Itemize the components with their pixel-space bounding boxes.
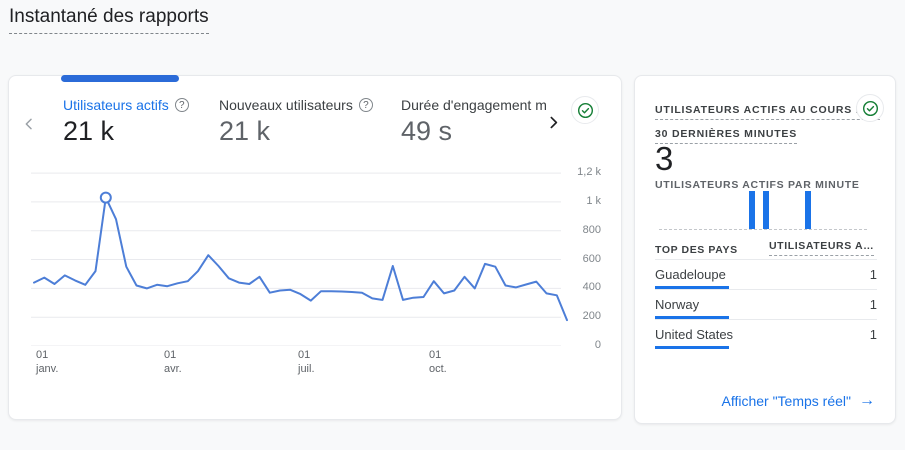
y-tick-label: 0: [595, 339, 601, 351]
y-tick-label: 1,2 k: [577, 166, 601, 178]
minute-bar: [763, 191, 769, 229]
realtime-heading: UTILISATEURS ACTIFS AU COURS DES 30 DERN…: [655, 100, 845, 148]
active-users-per-minute-chart: [659, 190, 867, 230]
y-axis-labels: 02004006008001 k1,2 k: [563, 164, 601, 346]
view-realtime-link-label: Afficher "Temps réel": [721, 393, 851, 409]
trend-line-chart: [31, 164, 571, 346]
minute-bar: [805, 191, 811, 229]
data-quality-check-icon[interactable]: [856, 94, 884, 122]
tab-engagement-time[interactable]: Durée d'engagement m 49 s: [401, 97, 547, 147]
country-users-value: 1: [870, 297, 877, 312]
active-tab-indicator: [61, 75, 179, 82]
tab-label: Utilisateurs actifs ?: [63, 97, 189, 113]
table-row: Guadeloupe 1: [655, 259, 877, 289]
x-tick-label: 01janv.: [36, 348, 58, 376]
realtime-heading-line1: UTILISATEURS ACTIFS AU COURS DES: [655, 104, 880, 120]
y-tick-label: 400: [583, 281, 601, 293]
realtime-heading-line2: 30 DERNIÈRES MINUTES: [655, 128, 797, 144]
y-tick-label: 1 k: [586, 195, 601, 207]
top-countries-header: TOP DES PAYS: [655, 244, 738, 260]
active-users-header: UTILISATEURS A…: [769, 240, 874, 256]
tab-active-users[interactable]: Utilisateurs actifs ? 21 k: [63, 97, 189, 147]
help-icon[interactable]: ?: [175, 98, 189, 112]
top-countries-table: Guadeloupe 1 Norway 1 United States 1: [655, 259, 877, 349]
view-realtime-link[interactable]: Afficher "Temps réel" →: [721, 392, 875, 410]
realtime-table-header: TOP DES PAYS UTILISATEURS A…: [655, 240, 877, 260]
arrow-right-icon: →: [859, 392, 875, 410]
chevron-right-icon: [545, 114, 562, 131]
tab-label: Nouveaux utilisateurs ?: [219, 97, 373, 113]
peak-marker: [101, 193, 111, 203]
x-tick-label: 01juil.: [298, 348, 315, 376]
chevron-left-icon: [21, 116, 37, 132]
country-bar: [655, 346, 729, 349]
y-tick-label: 200: [583, 310, 601, 322]
tab-label-text: Nouveaux utilisateurs: [219, 97, 353, 113]
country-users-value: 1: [870, 327, 877, 342]
realtime-card: UTILISATEURS ACTIFS AU COURS DES 30 DERN…: [634, 75, 896, 424]
prev-metrics-button[interactable]: [17, 112, 41, 136]
metric-value: 49 s: [401, 116, 547, 147]
page-title: Instantané des rapports: [9, 6, 209, 34]
tab-new-users[interactable]: Nouveaux utilisateurs ? 21 k: [219, 97, 373, 147]
active-users-count: 3: [655, 140, 673, 178]
x-tick-label: 01avr.: [164, 348, 182, 376]
country-name: Norway: [655, 297, 699, 312]
minute-bar: [749, 191, 755, 229]
tab-label: Durée d'engagement m: [401, 97, 547, 113]
metric-value: 21 k: [63, 116, 189, 147]
tab-label-text: Utilisateurs actifs: [63, 97, 169, 113]
x-tick-label: 01oct.: [429, 348, 447, 376]
y-tick-label: 800: [583, 224, 601, 236]
table-row: United States 1: [655, 319, 877, 349]
metric-value: 21 k: [219, 116, 373, 147]
country-users-value: 1: [870, 267, 877, 282]
tab-label-text: Durée d'engagement m: [401, 97, 547, 113]
next-metrics-button[interactable]: [541, 110, 565, 134]
help-icon[interactable]: ?: [359, 98, 373, 112]
data-quality-check-icon[interactable]: [571, 96, 599, 124]
country-name: Guadeloupe: [655, 267, 726, 282]
y-tick-label: 600: [583, 253, 601, 265]
overview-card: Utilisateurs actifs ? 21 k Nouveaux util…: [8, 75, 622, 420]
table-row: Norway 1: [655, 289, 877, 319]
country-name: United States: [655, 327, 733, 342]
